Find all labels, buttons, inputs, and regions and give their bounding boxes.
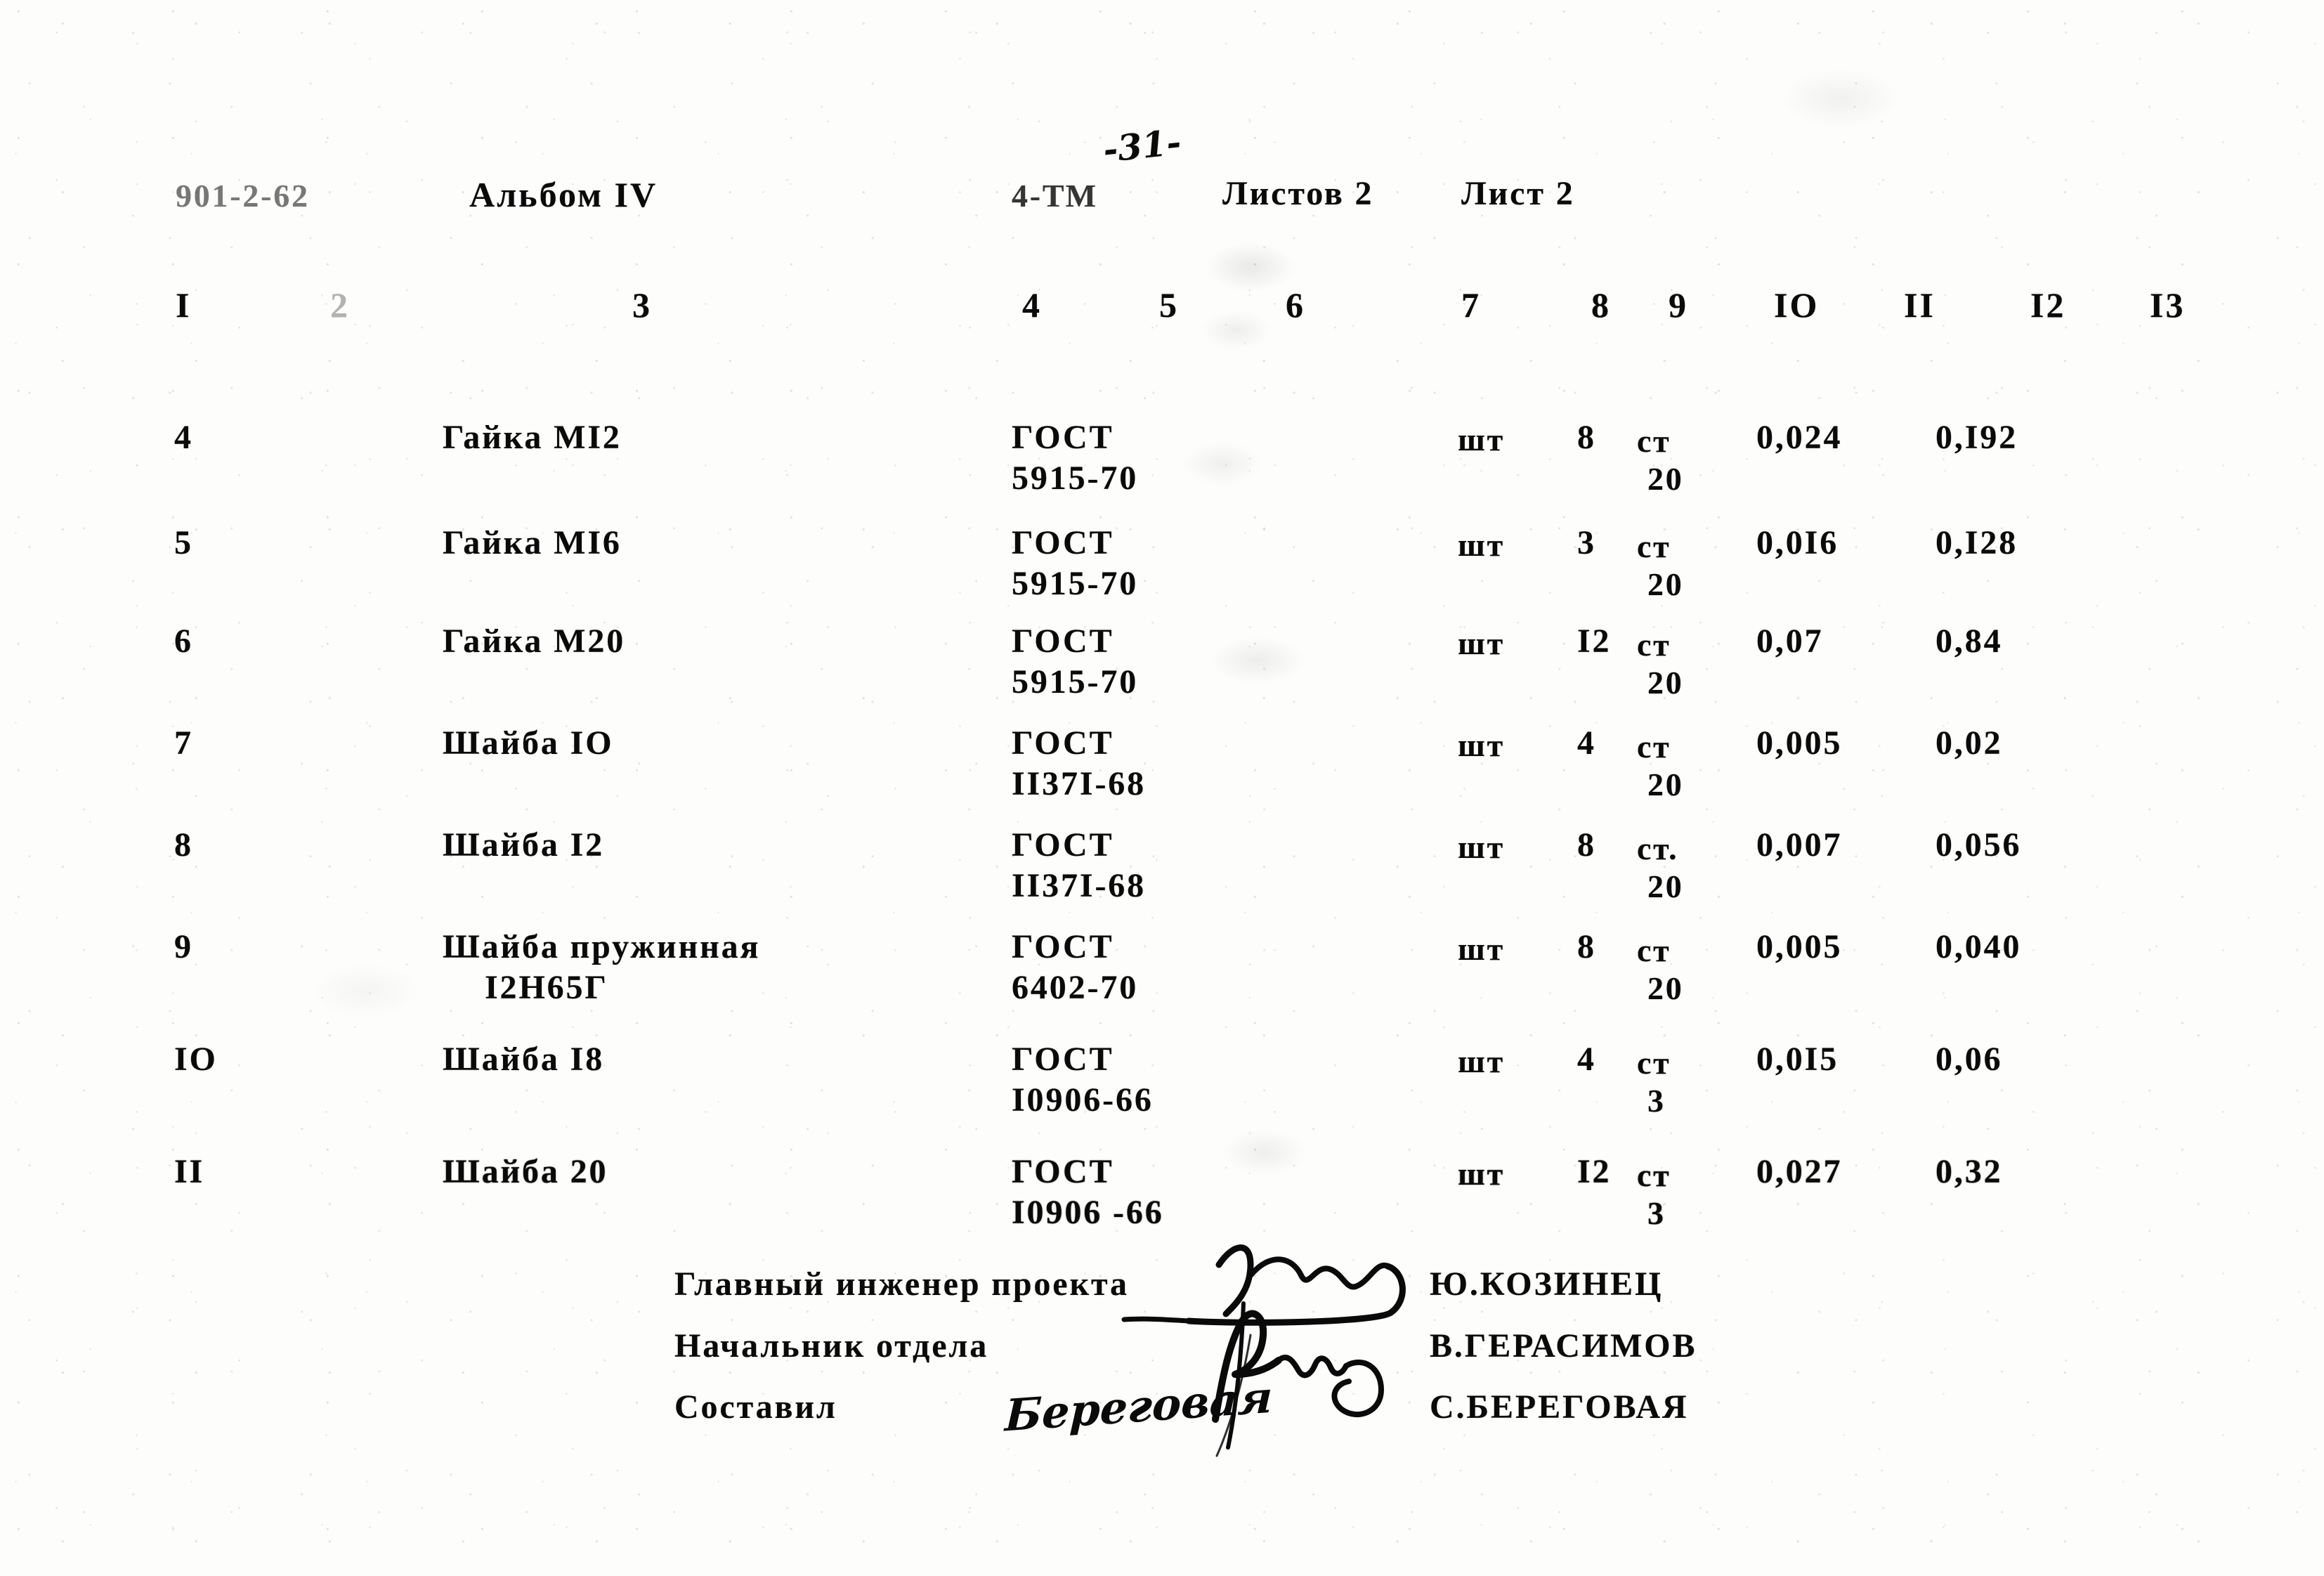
signature-name: Ю.КОЗИНЕЦ [1430, 1265, 1664, 1303]
unit-of-measure: шт [1458, 931, 1505, 967]
material-grade: 20 [1647, 566, 1684, 602]
material-grade: 20 [1647, 970, 1684, 1006]
parts-table: 4 Гайка МI2 ГОСТ 5915-70 шт 8 ст 20 0,024 0,I92 5 Г… [0, 0, 2324, 1576]
standard-number: 5915-70 [1012, 565, 1139, 602]
signature-name: В.ГЕРАСИМОВ [1430, 1327, 1697, 1365]
total-weight: 0,02 [1935, 724, 2003, 762]
material: ст [1637, 423, 1671, 459]
signature-role: Главный инженер проекта [674, 1265, 1129, 1303]
part-name: Гайка МI6 [443, 524, 622, 561]
part-name: Гайка М20 [443, 623, 626, 660]
total-weight: 0,056 [1935, 826, 2022, 864]
quantity: 4 [1577, 1041, 1596, 1078]
total-weight: 0,040 [1935, 928, 2022, 965]
material: ст [1637, 528, 1671, 564]
unit-of-measure: шт [1458, 422, 1505, 457]
material-grade: 3 [1647, 1083, 1666, 1119]
unit-weight: 0,0I6 [1756, 524, 1839, 561]
unit-of-measure: шт [1458, 829, 1505, 865]
unit-of-measure: шт [1458, 1156, 1505, 1192]
standard-label: ГОСТ [1012, 928, 1114, 965]
standard-number: I0906-66 [1012, 1081, 1154, 1119]
signature-role: Начальник отдела [674, 1327, 989, 1365]
part-name: Гайка МI2 [443, 419, 622, 456]
part-name: Шайба IO [443, 724, 614, 762]
quantity: 3 [1577, 524, 1596, 561]
row-index: 6 [174, 623, 193, 660]
signature-role: Составил [674, 1388, 837, 1426]
standard-label: ГОСТ [1012, 724, 1114, 762]
standard-number: I0906 -66 [1012, 1194, 1164, 1231]
material: ст. [1637, 831, 1679, 866]
standard-number: 5915-70 [1012, 663, 1139, 701]
part-name: Шайба I2 [443, 826, 605, 864]
row-index: 7 [174, 724, 193, 762]
material: ст [1637, 627, 1671, 663]
standard-label: ГОСТ [1012, 419, 1114, 456]
standard-number: 5915-70 [1012, 460, 1139, 497]
quantity: I2 [1577, 1153, 1612, 1190]
row-index: 5 [174, 524, 193, 561]
quantity: 8 [1577, 419, 1596, 456]
material-grade: 3 [1647, 1195, 1666, 1231]
unit-weight: 0,005 [1756, 928, 1843, 965]
standard-label: ГОСТ [1012, 623, 1114, 660]
unit-of-measure: шт [1458, 527, 1505, 563]
material-grade: 20 [1647, 461, 1684, 497]
material: ст [1637, 1157, 1671, 1193]
standard-label: ГОСТ [1012, 826, 1114, 864]
unit-weight: 0,0I5 [1756, 1041, 1839, 1078]
row-index: IO [174, 1041, 218, 1078]
row-index: 9 [174, 928, 193, 965]
total-weight: 0,84 [1935, 623, 2003, 660]
quantity: 4 [1577, 724, 1596, 762]
unit-weight: 0,024 [1756, 419, 1843, 456]
unit-of-measure: шт [1458, 625, 1505, 661]
material: ст [1637, 932, 1671, 968]
total-weight: 0,06 [1935, 1041, 2003, 1078]
unit-weight: 0,07 [1756, 623, 1824, 660]
unit-of-measure: шт [1458, 727, 1505, 763]
unit-weight: 0,005 [1756, 724, 1843, 762]
standard-label: ГОСТ [1012, 1041, 1114, 1078]
part-name: Шайба I8 [443, 1041, 605, 1078]
material: ст [1637, 729, 1671, 764]
unit-of-measure: шт [1458, 1043, 1505, 1079]
standard-number: 6402-70 [1012, 969, 1139, 1006]
part-name-line2: I2Н65Г [485, 969, 608, 1006]
signature-name: С.БЕРЕГОВАЯ [1430, 1388, 1689, 1426]
row-index: II [174, 1153, 205, 1190]
unit-weight: 0,007 [1756, 826, 1843, 864]
unit-weight: 0,027 [1756, 1153, 1843, 1190]
total-weight: 0,32 [1935, 1153, 2003, 1190]
total-weight: 0,I92 [1935, 419, 2018, 456]
material-grade: 20 [1647, 665, 1684, 701]
row-index: 8 [174, 826, 193, 864]
standard-label: ГОСТ [1012, 524, 1114, 561]
quantity: 8 [1577, 928, 1596, 965]
standard-label: ГОСТ [1012, 1153, 1114, 1190]
material-grade: 20 [1647, 868, 1684, 904]
part-name: Шайба 20 [443, 1153, 608, 1190]
row-index: 4 [174, 419, 193, 456]
total-weight: 0,I28 [1935, 524, 2018, 561]
quantity: 8 [1577, 826, 1596, 864]
standard-number: II37I-68 [1012, 867, 1147, 904]
material: ст [1637, 1045, 1671, 1081]
quantity: I2 [1577, 623, 1612, 660]
part-name: Шайба пружинная [443, 928, 761, 965]
material-grade: 20 [1647, 767, 1684, 802]
scanned-page: 901-2-62 Альбом IV -31- 4-ТМ Листов 2 Ли… [0, 0, 2324, 1576]
standard-number: II37I-68 [1012, 765, 1147, 802]
